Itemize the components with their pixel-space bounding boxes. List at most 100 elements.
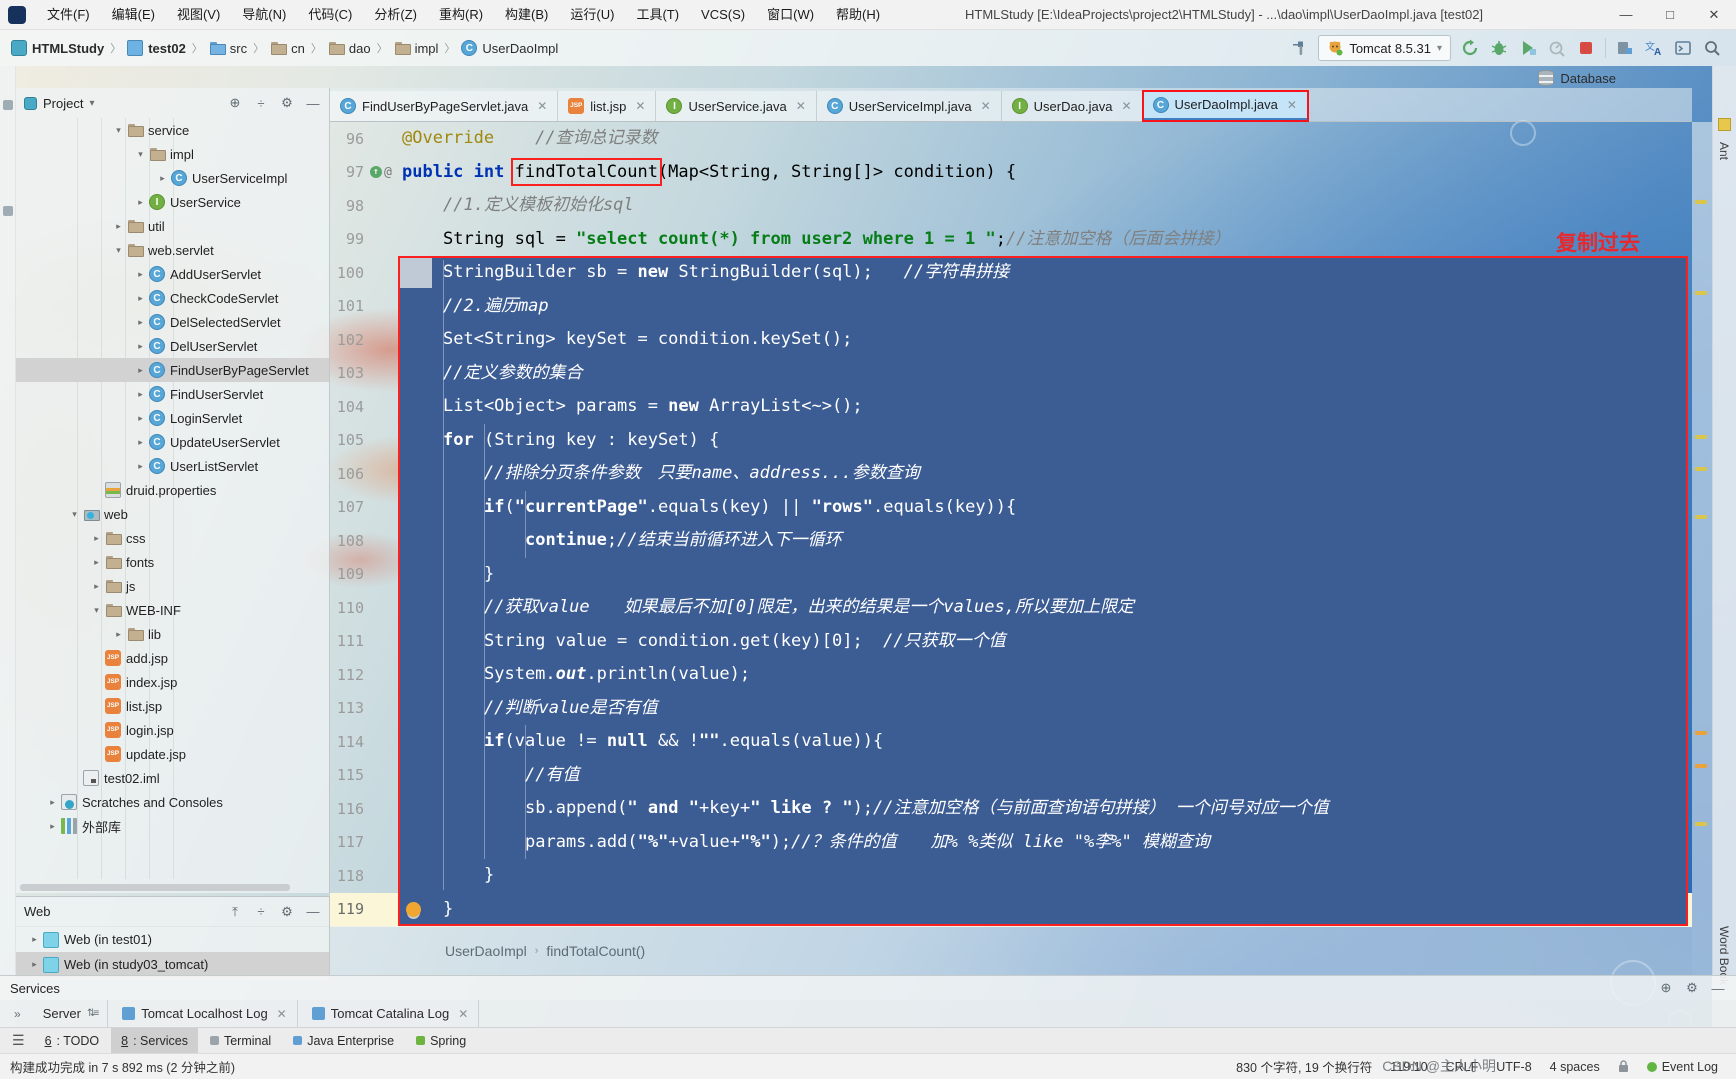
editor-breadcrumb-0[interactable]: UserDaoImpl [445,943,527,959]
tool-stripe-icon[interactable] [3,100,13,110]
tree-item-css[interactable]: ▸css [16,526,329,550]
tree-item-web-servlet[interactable]: ▾web.servlet [16,238,329,262]
tree-item-login-jsp[interactable]: JSPlogin.jsp [16,718,329,742]
arrow-collapsed-icon[interactable]: ▸ [110,221,127,232]
build-hammer-icon[interactable] [1289,38,1309,58]
arrow-collapsed-icon[interactable]: ▸ [44,821,61,832]
arrow-collapsed-icon[interactable]: ▸ [88,533,105,544]
collapse-all-icon[interactable]: ÷ [253,95,269,111]
tree-item-impl[interactable]: ▾impl [16,142,329,166]
tree-item-list-jsp[interactable]: JSPlist.jsp [16,694,329,718]
tab-userserviceimpl-java[interactable]: CUserServiceImpl.java✕ [817,91,1002,121]
menu-item-r[interactable]: 重构(R) [428,0,494,30]
menu-item-t[interactable]: 工具(T) [625,0,690,30]
tool-stripe-icon[interactable] [3,206,13,216]
tree-item-lib[interactable]: ▸lib [16,622,329,646]
tab-userservice-java[interactable]: IUserService.java✕ [656,91,816,121]
tab-close-icon[interactable]: ✕ [458,1007,468,1021]
tab-close-icon[interactable]: ✕ [796,99,806,113]
arrow-collapsed-icon[interactable]: ▸ [110,629,127,640]
services-tab-server[interactable]: Server⇅≡ [33,1000,109,1027]
breadcrumb-item-dao[interactable]: dao [325,38,374,58]
settings-gear-icon[interactable]: ⚙ [279,904,295,920]
services-tab-tomcat-localhost-log[interactable]: Tomcat Localhost Log✕ [112,1000,298,1027]
tab-close-icon[interactable]: ✕ [537,99,547,113]
collapse-all-icon[interactable]: ÷ [253,904,269,920]
sort-icons[interactable]: ⇅≡ [87,1008,97,1019]
chevron-down-icon[interactable]: ▾ [89,98,94,109]
arrow-collapsed-icon[interactable]: ▸ [44,797,61,808]
menu-item-w[interactable]: 窗口(W) [756,0,825,30]
tree-item-scratches-and-consoles[interactable]: ▸Scratches and Consoles [16,790,329,814]
tree-item-update-jsp[interactable]: JSPupdate.jsp [16,742,329,766]
breadcrumb-item-impl[interactable]: impl [391,38,442,58]
lock-icon[interactable] [1618,1060,1629,1073]
run-coverage-icon[interactable] [1518,38,1538,58]
tree-item-service[interactable]: ▾service [16,118,329,142]
tab-list-jsp[interactable]: JSPlist.jsp✕ [558,91,656,121]
tree-item-web[interactable]: ▾web [16,502,329,526]
tool-window-button-8-services[interactable]: 8: Services [111,1028,198,1054]
error-stripe[interactable] [1692,122,1712,975]
arrow-collapsed-icon[interactable]: ▸ [88,557,105,568]
arrow-collapsed-icon[interactable]: ▸ [132,437,149,448]
tree-item-test02-iml[interactable]: test02.iml [16,766,329,790]
arrow-expanded-icon[interactable]: ▾ [88,605,105,616]
menu-item-h[interactable]: 帮助(H) [825,0,891,30]
menu-item-e[interactable]: 编辑(E) [101,0,166,30]
debug-icon[interactable] [1489,38,1509,58]
hide-panel-icon[interactable]: — [305,904,321,920]
ant-tool-button[interactable]: Ant [1717,142,1731,160]
run-config-selector[interactable]: Tomcat 8.5.31 ▾ [1318,35,1451,61]
tab-finduserbypageservlet-java[interactable]: CFindUserByPageServlet.java✕ [330,91,558,121]
web-item-web-in-test01-[interactable]: ▸Web (in test01) [16,927,329,952]
hide-panel-icon[interactable]: — [1710,980,1726,996]
services-panel-title[interactable]: Services [10,981,60,996]
settings-gear-icon[interactable]: ⚙ [1684,980,1700,996]
tree-item-index-jsp[interactable]: JSPindex.jsp [16,670,329,694]
expand-all-icon[interactable]: ⤒ [227,904,243,920]
menu-item-v[interactable]: 视图(V) [166,0,231,30]
menu-item-f[interactable]: 文件(F) [36,0,101,30]
tree-item-loginservlet[interactable]: ▸CLoginServlet [16,406,329,430]
arrow-collapsed-icon[interactable]: ▸ [26,959,43,970]
breadcrumb-item-userdaoimpl[interactable]: CUserDaoImpl [458,38,561,58]
tab-userdaoimpl-java[interactable]: CUserDaoImpl.java✕ [1143,91,1308,121]
breadcrumb-item-htmlstudy[interactable]: HTMLStudy [8,38,107,58]
menu-item-z[interactable]: 分析(Z) [363,0,428,30]
arrow-expanded-icon[interactable]: ▾ [110,125,127,136]
arrow-expanded-icon[interactable]: ▾ [132,149,149,160]
translate-icon[interactable]: 文A [1644,38,1664,58]
tree-item-updateuserservlet[interactable]: ▸CUpdateUserServlet [16,430,329,454]
tree-item-fonts[interactable]: ▸fonts [16,550,329,574]
rerun-icon[interactable] [1460,38,1480,58]
tree-item-adduserservlet[interactable]: ▸CAddUserServlet [16,262,329,286]
inspection-status-square[interactable] [1718,118,1731,131]
code-line-96[interactable]: 96@Override //查询总记录数 [330,122,1692,156]
close-button[interactable]: ✕ [1692,0,1736,30]
app-logo-icon[interactable] [8,6,26,24]
code-line-98[interactable]: 98//1.定义模板初始化sql [330,189,1692,223]
tree-item-delselectedservlet[interactable]: ▸CDelSelectedServlet [16,310,329,334]
tree-item-web-inf[interactable]: ▾WEB-INF [16,598,329,622]
tab-userdao-java[interactable]: IUserDao.java✕ [1002,91,1143,121]
stop-icon[interactable] [1576,38,1596,58]
arrow-expanded-icon[interactable]: ▾ [66,509,83,520]
tree-item-userserviceimpl[interactable]: ▸CUserServiceImpl [16,166,329,190]
menu-item-u[interactable]: 运行(U) [559,0,625,30]
locate-icon[interactable]: ⊕ [227,95,243,111]
encoding[interactable]: UTF-8 [1496,1060,1531,1074]
breadcrumb-item-cn[interactable]: cn [267,38,308,58]
tool-window-button-6-todo[interactable]: 6: TODO [35,1028,110,1054]
layout-windows-icon[interactable] [1615,38,1635,58]
menu-item-n[interactable]: 导航(N) [231,0,297,30]
breadcrumb-item-test02[interactable]: test02 [124,38,189,58]
tree-item-外部库[interactable]: ▸外部库 [16,814,329,838]
project-panel-title[interactable]: Project [43,96,83,111]
arrow-collapsed-icon[interactable]: ▸ [26,934,43,945]
tree-item-checkcodeservlet[interactable]: ▸CCheckCodeServlet [16,286,329,310]
locate-icon[interactable]: ⊕ [1658,980,1674,996]
arrow-collapsed-icon[interactable]: ▸ [132,341,149,352]
intention-bulb-icon[interactable] [406,902,421,917]
tree-item-userservice[interactable]: ▸IUserService [16,190,329,214]
